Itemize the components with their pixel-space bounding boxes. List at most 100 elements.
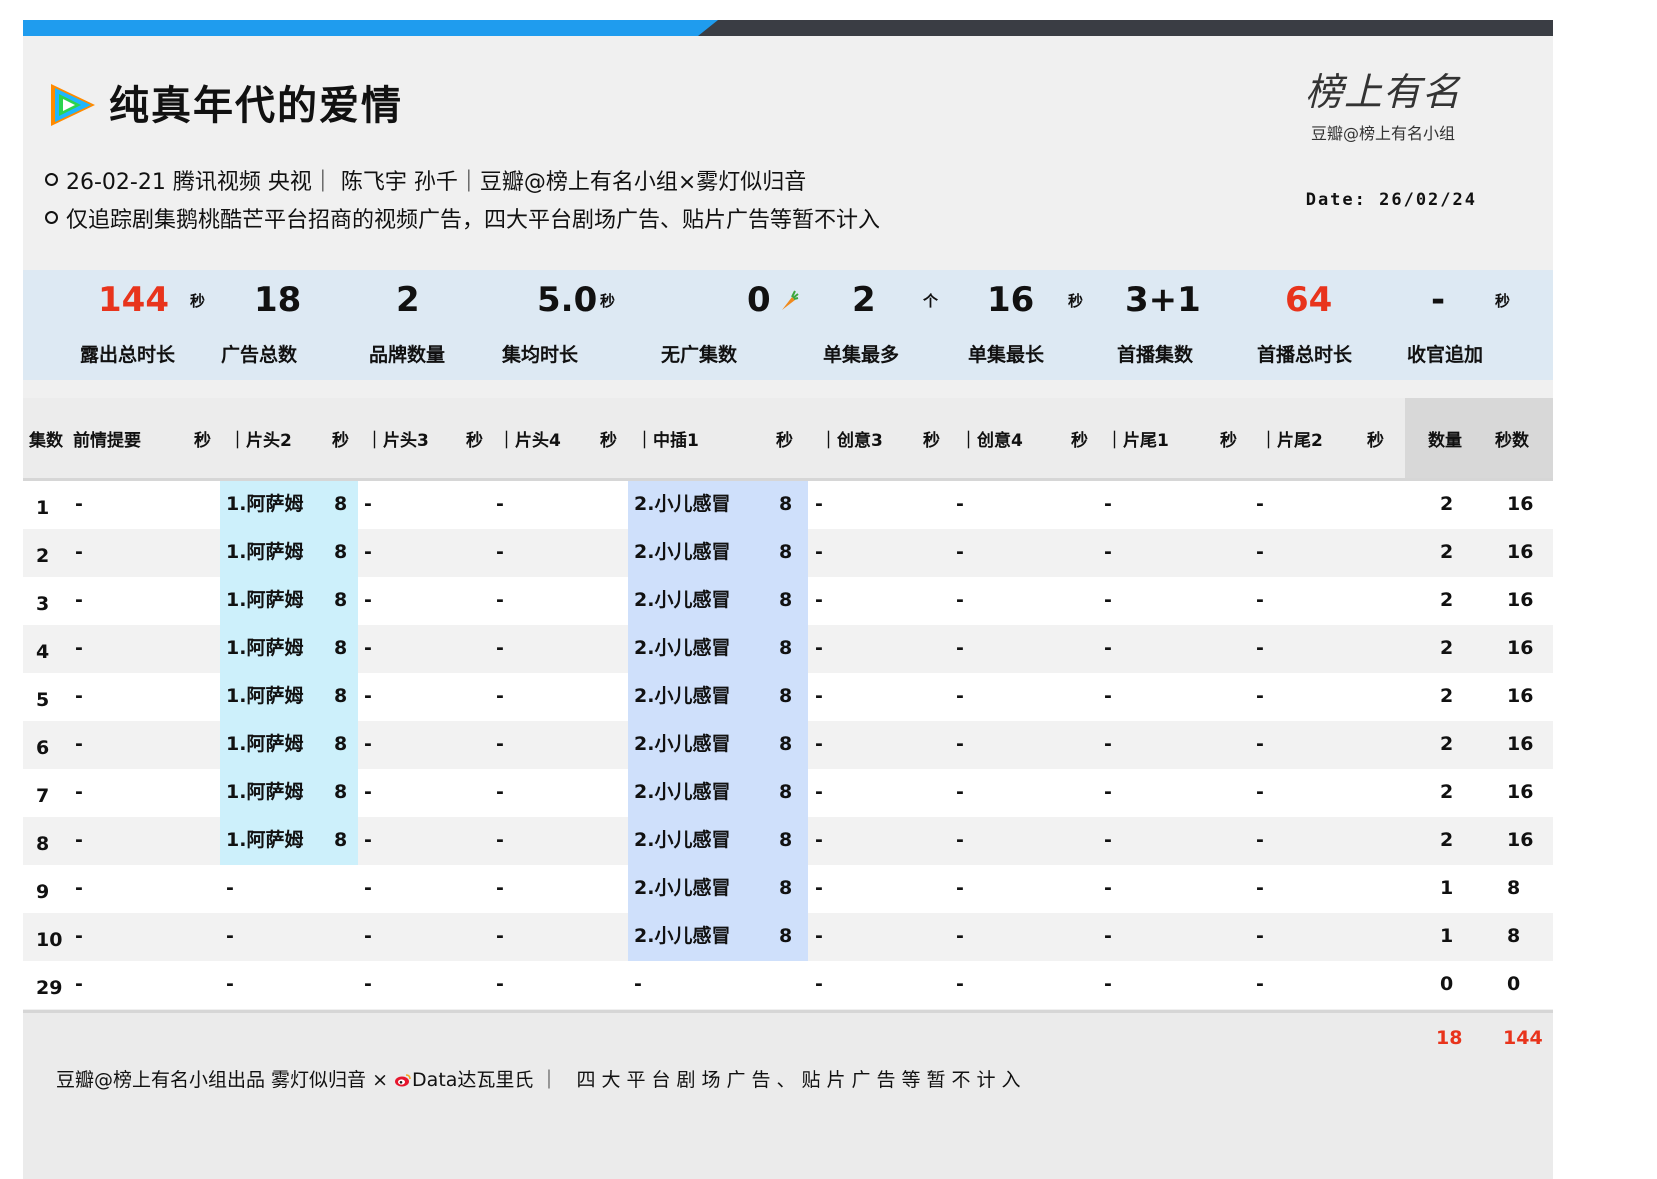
cell-ending-1: - <box>1104 541 1112 563</box>
col-header-seconds: 秒 <box>1071 431 1088 451</box>
stat-label: 首播总时长 <box>1257 344 1353 366</box>
cell-creative-4: - <box>956 733 964 755</box>
stat-unit: 秒 <box>1068 292 1084 310</box>
stat-avg-duration-value: 5.0 <box>537 280 598 320</box>
footer-note: ｜ 四大平台剧场广告、贴片广告等暂不计入 <box>539 1069 1027 1091</box>
stat-max-episode-duration-value: 16 <box>987 280 1035 320</box>
col-header-seconds: 秒 <box>194 431 211 451</box>
cell-episode: 3 <box>36 593 50 615</box>
cell-ending-2: - <box>1256 541 1264 563</box>
cell-mid-roll-1-ad: 2.小儿感冒 <box>634 589 731 611</box>
cell-creative-4: - <box>956 541 964 563</box>
cell-opening-4: - <box>496 781 504 803</box>
cell-opening-2-ad: 1.阿萨姆 <box>226 589 304 611</box>
meta-info-line: 26-02-21 腾讯视频 央视｜ 陈飞宇 孙千｜豆瓣@榜上有名小组×雾灯似归音 <box>45 168 806 198</box>
stat-unit: 秒 <box>600 292 616 310</box>
cell-episode: 9 <box>36 881 50 903</box>
cell-mid-roll-1-ad: 2.小儿感冒 <box>634 685 731 707</box>
cell-opening-3: - <box>364 541 372 563</box>
col-header-mid-roll-1: ｜中插1 <box>636 431 699 451</box>
cell-mid-roll-1-seconds: 8 <box>779 637 793 659</box>
cell-recap: - <box>75 733 83 755</box>
cell-creative-3: - <box>815 589 823 611</box>
cell-opening-3: - <box>364 493 372 515</box>
cell-ending-2: - <box>1256 925 1264 947</box>
cell-creative-3: - <box>815 877 823 899</box>
cell-recap: - <box>75 685 83 707</box>
col-header-ending-1: ｜片尾1 <box>1106 431 1169 451</box>
stat-label: 首播集数 <box>1117 344 1194 366</box>
stat-label: 单集最长 <box>968 344 1045 366</box>
cell-opening-3: - <box>364 973 372 995</box>
cell-count: 2 <box>1440 781 1454 803</box>
brand-script-logo: 榜上有名 <box>1304 70 1461 114</box>
cell-episode: 4 <box>36 641 50 663</box>
table-footer: 18 144 豆瓣@榜上有名小组出品 雾灯似归音 × Data达瓦里氏 ｜ 四大… <box>23 1010 1553 1179</box>
cell-recap: - <box>75 829 83 851</box>
cell-opening-2-seconds: 8 <box>334 733 348 755</box>
meta-note-line: 仅追踪剧集鹅桃酷芒平台招商的视频广告，四大平台剧场广告、贴片广告等暂不计入 <box>45 206 880 236</box>
cell-opening-2-seconds: 8 <box>334 541 348 563</box>
cell-ending-2: - <box>1256 877 1264 899</box>
cell-ending-2: - <box>1256 637 1264 659</box>
cell-ending-1: - <box>1104 925 1112 947</box>
tencent-video-logo-icon <box>51 84 95 126</box>
stat-label: 集均时长 <box>502 344 579 366</box>
cell-creative-3: - <box>815 973 823 995</box>
cell-ending-2: - <box>1256 493 1264 515</box>
cell-mid-roll-1-seconds: 8 <box>779 781 793 803</box>
stat-no-ad-episodes-value: 0 <box>747 280 771 320</box>
col-header-seconds: 秒 <box>1220 431 1237 451</box>
col-header-opening-2: ｜片头2 <box>229 431 292 451</box>
cell-opening-4: - <box>496 541 504 563</box>
cell-count: 2 <box>1440 493 1454 515</box>
cell-episode: 8 <box>36 833 50 855</box>
cell-ending-1: - <box>1104 973 1112 995</box>
weibo-icon <box>395 1074 411 1087</box>
cell-creative-4: - <box>956 829 964 851</box>
cell-opening-4: - <box>496 493 504 515</box>
col-header-ending-2: ｜片尾2 <box>1260 431 1323 451</box>
cell-opening-3: - <box>364 589 372 611</box>
cell-recap: - <box>75 781 83 803</box>
cell-ending-1: - <box>1104 733 1112 755</box>
cell-opening-4: - <box>496 733 504 755</box>
total-seconds: 144 <box>1503 1027 1543 1049</box>
cell-opening-2-ad: 1.阿萨姆 <box>226 733 304 755</box>
col-header-seconds: 秒 <box>466 431 483 451</box>
cell-opening-4: - <box>496 973 504 995</box>
cell-episode: 6 <box>36 737 50 759</box>
cell-recap: - <box>75 637 83 659</box>
stat-premiere-duration-value: 64 <box>1285 280 1333 320</box>
cell-total-seconds: 16 <box>1507 637 1534 659</box>
cell-creative-4: - <box>956 589 964 611</box>
cell-total-seconds: 16 <box>1507 781 1534 803</box>
col-header-count: 数量 <box>1428 431 1462 451</box>
page-title: 纯真年代的爱情 <box>109 83 403 129</box>
cell-mid-roll-1-seconds: 8 <box>779 829 793 851</box>
cell-creative-4: - <box>956 493 964 515</box>
meta-line-2-text: 仅追踪剧集鹅桃酷芒平台招商的视频广告，四大平台剧场广告、贴片广告等暂不计入 <box>66 208 881 233</box>
col-header-recap: 前情提要 <box>73 431 141 451</box>
cell-recap: - <box>75 925 83 947</box>
cell-total-seconds: 0 <box>1507 973 1521 995</box>
col-header-seconds: 秒 <box>332 431 349 451</box>
cell-creative-3: - <box>815 781 823 803</box>
col-header-creative-3: ｜创意3 <box>820 431 883 451</box>
cell-total-seconds: 16 <box>1507 493 1534 515</box>
footer-credit-lead: 豆瓣@榜上有名小组出品 雾灯似归音 × <box>56 1069 388 1091</box>
cell-opening-3: - <box>364 637 372 659</box>
brand-watermark: 榜上有名 豆瓣@榜上有名小组 <box>1293 64 1473 144</box>
cell-ending-2: - <box>1256 685 1264 707</box>
cell-recap: - <box>75 541 83 563</box>
report-card: 纯真年代的爱情 26-02-21 腾讯视频 央视｜ 陈飞宇 孙千｜豆瓣@榜上有名… <box>23 20 1553 1179</box>
cell-recap: - <box>75 973 83 995</box>
footer-credit: 豆瓣@榜上有名小组出品 雾灯似归音 × Data达瓦里氏 ｜ 四大平台剧场广告、… <box>56 1065 1027 1092</box>
cell-ending-1: - <box>1104 493 1112 515</box>
report-date: Date: 26/02/24 <box>1305 190 1477 210</box>
cell-mid-roll-1-ad: - <box>634 973 642 995</box>
col-header-opening-4: ｜片头4 <box>498 431 561 451</box>
cell-mid-roll-1-ad: 2.小儿感冒 <box>634 493 731 515</box>
cell-opening-2-seconds: 8 <box>334 781 348 803</box>
cell-count: 2 <box>1440 685 1454 707</box>
